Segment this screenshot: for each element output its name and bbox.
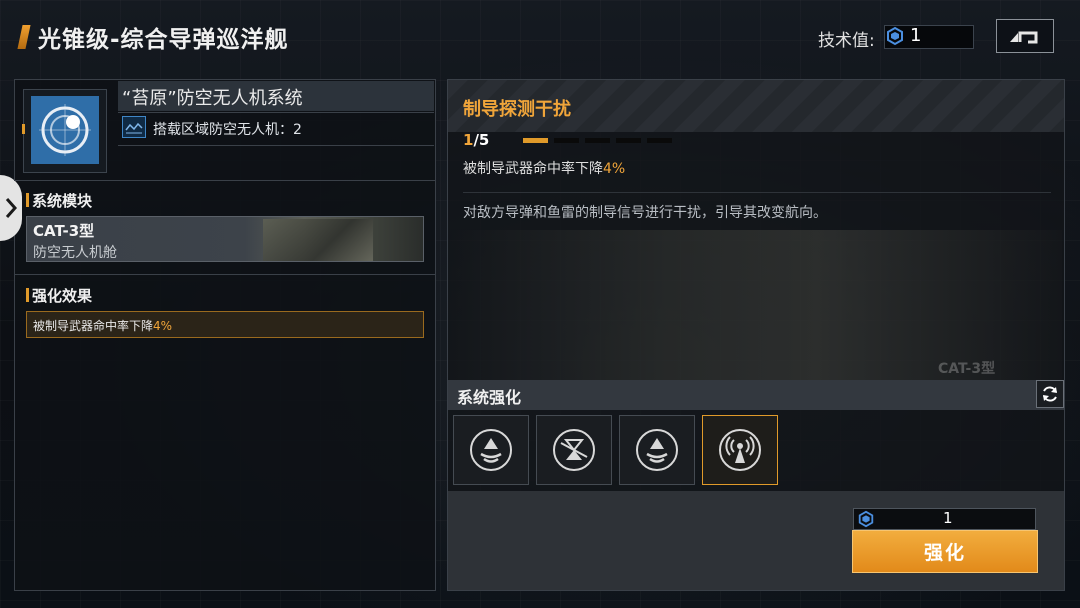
module-image xyxy=(263,219,373,261)
back-arrow-icon xyxy=(1010,31,1038,44)
enhance-button[interactable]: 强化 xyxy=(852,530,1038,573)
skill-name: 制导探测干扰 xyxy=(463,99,571,120)
module-subtitle: 防空无人机舱 xyxy=(33,245,117,261)
current-effect: 被制导武器命中率下降4% xyxy=(463,158,625,178)
interceptor-icon xyxy=(470,429,512,471)
tech-value-label: 技术值: xyxy=(818,31,875,51)
divider xyxy=(14,274,436,275)
divider xyxy=(118,112,434,113)
cost-value: 1 xyxy=(943,509,953,527)
back-button[interactable] xyxy=(996,19,1054,53)
chevron-right-icon xyxy=(5,198,17,218)
page-title: 光锥级-综合导弹巡洋舰 xyxy=(38,27,289,53)
level-segment xyxy=(647,138,672,143)
level-segment xyxy=(585,138,610,143)
section-mark xyxy=(26,193,29,207)
level-segment xyxy=(523,138,548,143)
effect-value: 4% xyxy=(153,319,173,333)
signal-tower-icon xyxy=(719,429,761,471)
enhance-slot-2[interactable] xyxy=(536,415,612,485)
ship-model-tag: CAT-3型 xyxy=(938,361,996,377)
jammer-icon xyxy=(553,429,595,471)
module-section-title: 系统模块 xyxy=(32,192,93,210)
effect-section-title: 强化效果 xyxy=(32,287,93,305)
effect-text: 被制导武器命中率下降4% xyxy=(33,317,172,334)
radar-system-icon xyxy=(31,96,99,164)
level-current: 1 xyxy=(463,131,474,149)
level-segment xyxy=(616,138,641,143)
current-effect-prefix: 被制导武器命中率下降 xyxy=(463,161,603,177)
tech-point-icon xyxy=(858,510,874,528)
current-effect-value: 4% xyxy=(603,161,626,177)
module-name: CAT-3型 xyxy=(33,222,95,240)
enhance-section-title: 系统强化 xyxy=(457,388,522,407)
enhance-button-label: 强化 xyxy=(923,542,966,564)
tech-value: 1 xyxy=(910,25,922,46)
interceptor-icon xyxy=(636,429,678,471)
level-segment xyxy=(554,138,579,143)
refresh-button[interactable] xyxy=(1036,380,1064,408)
enhance-slot-3[interactable] xyxy=(619,415,695,485)
drone-icon xyxy=(122,116,146,138)
effect-prefix: 被制导武器命中率下降 xyxy=(33,319,154,333)
system-name: “苔原”防空无人机系统 xyxy=(122,88,303,109)
enhance-section-bar xyxy=(448,380,1064,410)
divider xyxy=(118,145,434,146)
drone-count-text: 搭载区域防空无人机：2 xyxy=(153,122,302,138)
refresh-icon xyxy=(1043,386,1057,402)
level-max: /5 xyxy=(473,131,490,149)
skill-description: 对敌方导弹和鱼雷的制导信号进行干扰，引导其改变航向。 xyxy=(463,205,827,221)
divider xyxy=(463,192,1051,193)
enhance-slot-1[interactable] xyxy=(453,415,529,485)
skill-level: 1/5 xyxy=(463,131,489,149)
section-mark xyxy=(26,288,29,302)
selection-tick xyxy=(22,124,25,134)
tech-point-icon xyxy=(887,26,903,46)
enhance-slot-4[interactable] xyxy=(702,415,778,485)
divider xyxy=(14,180,436,181)
